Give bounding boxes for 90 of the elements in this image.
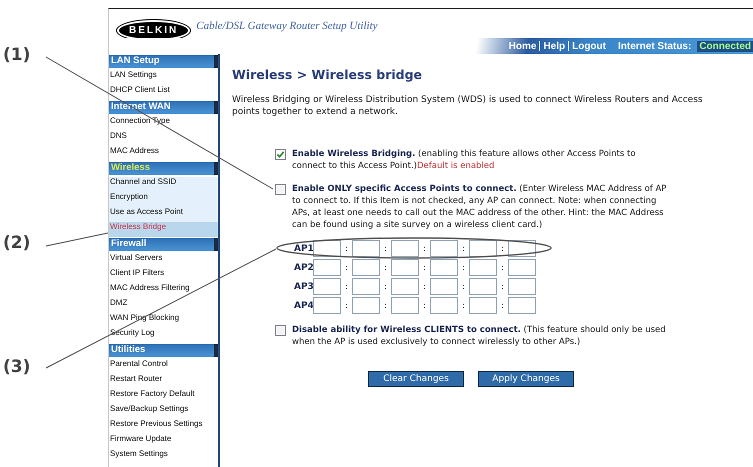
- separator: :: [383, 301, 388, 310]
- mac-field[interactable]: [391, 278, 419, 295]
- checkbox[interactable]: [275, 325, 286, 336]
- action-button[interactable]: Clear Changes: [368, 371, 464, 387]
- option-text: Enable ONLY specific Access Points to connect. (Enter Wireless MAC Address of AP to connect to. If this Item is not checked, any AP can connect. Note: when connecting APs, at least one needs to call out the MAC address of the other. Hint: the MAC Address can be found using a site survey on a wireless client card.): [292, 183, 668, 231]
- sidebar-item[interactable]: DMZ: [109, 298, 218, 313]
- sidebar-item[interactable]: Restart Router: [109, 374, 218, 389]
- checkbox[interactable]: [275, 184, 286, 195]
- sidebar-item[interactable]: Use as Access Point: [109, 207, 218, 222]
- sidebar-item[interactable]: Client IP Filters: [109, 268, 218, 283]
- separator: :: [422, 263, 427, 272]
- separator: :: [344, 282, 349, 291]
- sidebar-item[interactable]: DHCP Client List: [109, 85, 218, 100]
- mac-field[interactable]: [352, 278, 380, 295]
- mac-field[interactable]: [352, 297, 380, 314]
- separator: :: [383, 263, 388, 272]
- mac-field[interactable]: [313, 278, 341, 295]
- sidebar-item[interactable]: MAC Address Filtering: [109, 283, 218, 298]
- ap-label: AP1: [294, 244, 313, 254]
- mac-field[interactable]: [508, 278, 536, 295]
- mac-field[interactable]: [352, 259, 380, 276]
- sidebar-item[interactable]: Save/Backup Settings: [109, 404, 218, 419]
- mac-field[interactable]: [430, 259, 458, 276]
- leader-line: [46, 232, 108, 246]
- separator: :: [422, 282, 427, 291]
- mac-field[interactable]: [508, 297, 536, 314]
- separator: :: [422, 244, 427, 253]
- mac-field[interactable]: [352, 240, 380, 257]
- status-label: Internet Status:: [618, 40, 692, 52]
- mac-field[interactable]: [430, 240, 458, 257]
- page-title: Wireless > Wireless bridge: [232, 67, 424, 82]
- mac-field[interactable]: [508, 259, 536, 276]
- sidebar-item[interactable]: MAC Address: [109, 146, 218, 161]
- header-link[interactable]: Home: [508, 40, 536, 52]
- separator: :: [422, 301, 427, 310]
- header-link[interactable]: Logout: [572, 40, 606, 52]
- option-text: Disable ability for Wireless CLIENTS to connect. (This feature should only be used when the AP is used exclusively to connect wirelessly to other APs.): [292, 324, 667, 348]
- separator: :: [500, 263, 505, 272]
- sidebar-item[interactable]: Parental Control: [109, 359, 218, 374]
- option-text: Enable Wireless Bridging. (enabling this feature allows other Access Points to connect to this Access Point.)Default is enabled: [292, 148, 637, 172]
- separator: :: [500, 282, 505, 291]
- sidebar-item[interactable]: Encryption: [109, 192, 218, 207]
- sidebar-item[interactable]: System Settings: [109, 449, 218, 464]
- sidebar-section-header[interactable]: Firewall: [109, 238, 218, 251]
- mac-field[interactable]: [469, 278, 497, 295]
- sidebar-item[interactable]: Firmware Update: [109, 434, 218, 449]
- header-link[interactable]: Help: [543, 40, 566, 52]
- checkbox[interactable]: [275, 149, 286, 160]
- ap-label: AP3: [294, 282, 313, 292]
- sidebar-item[interactable]: DNS: [109, 131, 218, 146]
- callout-label: (2): [3, 233, 30, 253]
- mac-field[interactable]: [391, 259, 419, 276]
- separator: :: [500, 244, 505, 253]
- separator: :: [383, 282, 388, 291]
- mac-field[interactable]: [313, 259, 341, 276]
- sidebar-section-header[interactable]: LAN Setup: [109, 55, 218, 68]
- separator: :: [344, 301, 349, 310]
- mac-field[interactable]: [391, 240, 419, 257]
- separator: :: [461, 244, 466, 253]
- separator: :: [344, 263, 349, 272]
- sidebar-item[interactable]: Channel and SSID: [109, 177, 218, 192]
- mac-field[interactable]: [313, 297, 341, 314]
- mac-field[interactable]: [469, 259, 497, 276]
- mac-field[interactable]: [469, 297, 497, 314]
- separator: :: [344, 244, 349, 253]
- logo: BELKIN: [117, 20, 190, 40]
- separator: :: [461, 282, 466, 291]
- action-button[interactable]: Apply Changes: [478, 371, 574, 387]
- sidebar-item[interactable]: Restore Factory Default: [109, 389, 218, 404]
- separator: :: [461, 263, 466, 272]
- separator: :: [383, 244, 388, 253]
- separator: :: [500, 301, 505, 310]
- sidebar-item[interactable]: Restore Previous Settings: [109, 419, 218, 434]
- default-note: Default is enabled: [416, 161, 494, 171]
- separator: :: [461, 301, 466, 310]
- sidebar-item[interactable]: Virtual Servers: [109, 253, 218, 268]
- ap-label: AP2: [294, 262, 313, 272]
- app-title: Cable/DSL Gateway Router Setup Utility: [196, 20, 378, 32]
- sidebar-item[interactable]: WAN Ping Blocking: [109, 313, 218, 328]
- mac-field[interactable]: [430, 278, 458, 295]
- intro-text: Wireless Bridging or Wireless Distribution System (WDS) is used to connect Wireless Routers and Access points together to extend a network.: [232, 94, 704, 118]
- status-value: Connected: [697, 40, 753, 52]
- mac-field[interactable]: [430, 297, 458, 314]
- ap-label: AP4: [294, 300, 313, 310]
- callout-label: (3): [3, 357, 30, 377]
- callout-label: (1): [3, 45, 30, 65]
- sidebar-item[interactable]: LAN Settings: [109, 70, 218, 85]
- mac-field[interactable]: [469, 240, 497, 257]
- sidebar-section-header[interactable]: Utilities: [109, 344, 218, 357]
- mac-field[interactable]: [391, 297, 419, 314]
